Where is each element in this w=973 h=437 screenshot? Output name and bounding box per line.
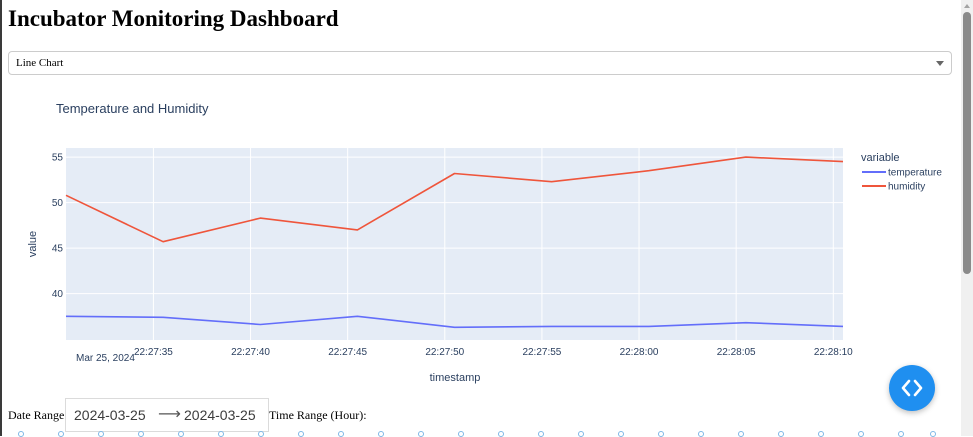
y-tick-label: 40 [52,289,64,300]
slider-mark[interactable] [578,431,584,437]
slider-mark[interactable] [218,431,224,437]
y-tick-label: 55 [52,153,64,164]
time-range-slider[interactable] [18,431,938,437]
date-range-picker[interactable]: 2024-03-25 ⟶ 2024-03-25 [65,398,269,432]
y-tick-label: 45 [52,244,64,255]
slider-mark[interactable] [98,431,104,437]
x-axis-date-label: Mar 25, 2024 [76,353,135,364]
slider-mark[interactable] [538,431,544,437]
legend-item-humidity: humidity [888,182,925,193]
slider-mark[interactable] [178,431,184,437]
slider-mark[interactable] [18,431,24,437]
x-tick-label: 22:27:45 [328,347,367,358]
slider-mark[interactable] [298,431,304,437]
slider-mark[interactable] [778,431,784,437]
chevron-down-icon [936,61,944,66]
time-range-label: Time Range (Hour): [269,408,367,422]
slider-mark[interactable] [458,431,464,437]
x-tick-label: 22:27:40 [231,347,270,358]
slider-mark[interactable] [618,431,624,437]
slider-mark[interactable] [858,431,864,437]
line-chart[interactable]: Temperature and Humidity 22:27:35 22:27:4… [8,88,953,388]
slider-mark[interactable] [498,431,504,437]
legend-title: variable [861,152,900,164]
x-tick-label: 22:27:35 [134,347,173,358]
slider-mark[interactable] [378,431,384,437]
slider-mark[interactable] [818,431,824,437]
scroll-up-icon[interactable] [964,4,970,8]
scrollbar-thumb[interactable] [963,12,971,274]
slider-mark[interactable] [698,431,704,437]
x-tick-label: 22:28:10 [814,347,853,358]
code-icon [901,379,923,397]
legend-item-temperature: temperature [888,168,942,179]
slider-mark[interactable] [898,431,904,437]
x-tick-label: 22:27:50 [425,347,464,358]
slider-mark[interactable] [930,431,936,437]
slider-mark[interactable] [738,431,744,437]
chart-title: Temperature and Humidity [56,101,209,116]
page-title: Incubator Monitoring Dashboard [8,6,339,31]
y-tick-label: 50 [52,198,64,209]
x-axis-label: timestamp [430,372,481,384]
slider-mark[interactable] [138,431,144,437]
window-frame [0,0,2,436]
x-tick-label: 22:28:05 [717,347,756,358]
x-tick-label: 22:28:00 [620,347,659,358]
date-range-label: Date Range: [8,408,68,422]
slider-mark[interactable] [58,431,64,437]
slider-mark[interactable] [338,431,344,437]
end-date-input[interactable]: 2024-03-25 [184,407,256,423]
vertical-scrollbar[interactable] [961,0,973,436]
code-toggle-button[interactable] [889,365,935,411]
y-axis-label: value [27,231,39,257]
slider-mark[interactable] [258,431,264,437]
chart-type-selected: Line Chart [16,57,64,69]
slider-mark[interactable] [658,431,664,437]
x-tick-label: 22:27:55 [522,347,561,358]
arrow-right-icon: ⟶ [158,406,181,423]
start-date-input[interactable]: 2024-03-25 [74,407,146,423]
slider-mark[interactable] [418,431,424,437]
chart-type-dropdown[interactable]: Line Chart [8,51,952,75]
plot-area [66,148,843,340]
